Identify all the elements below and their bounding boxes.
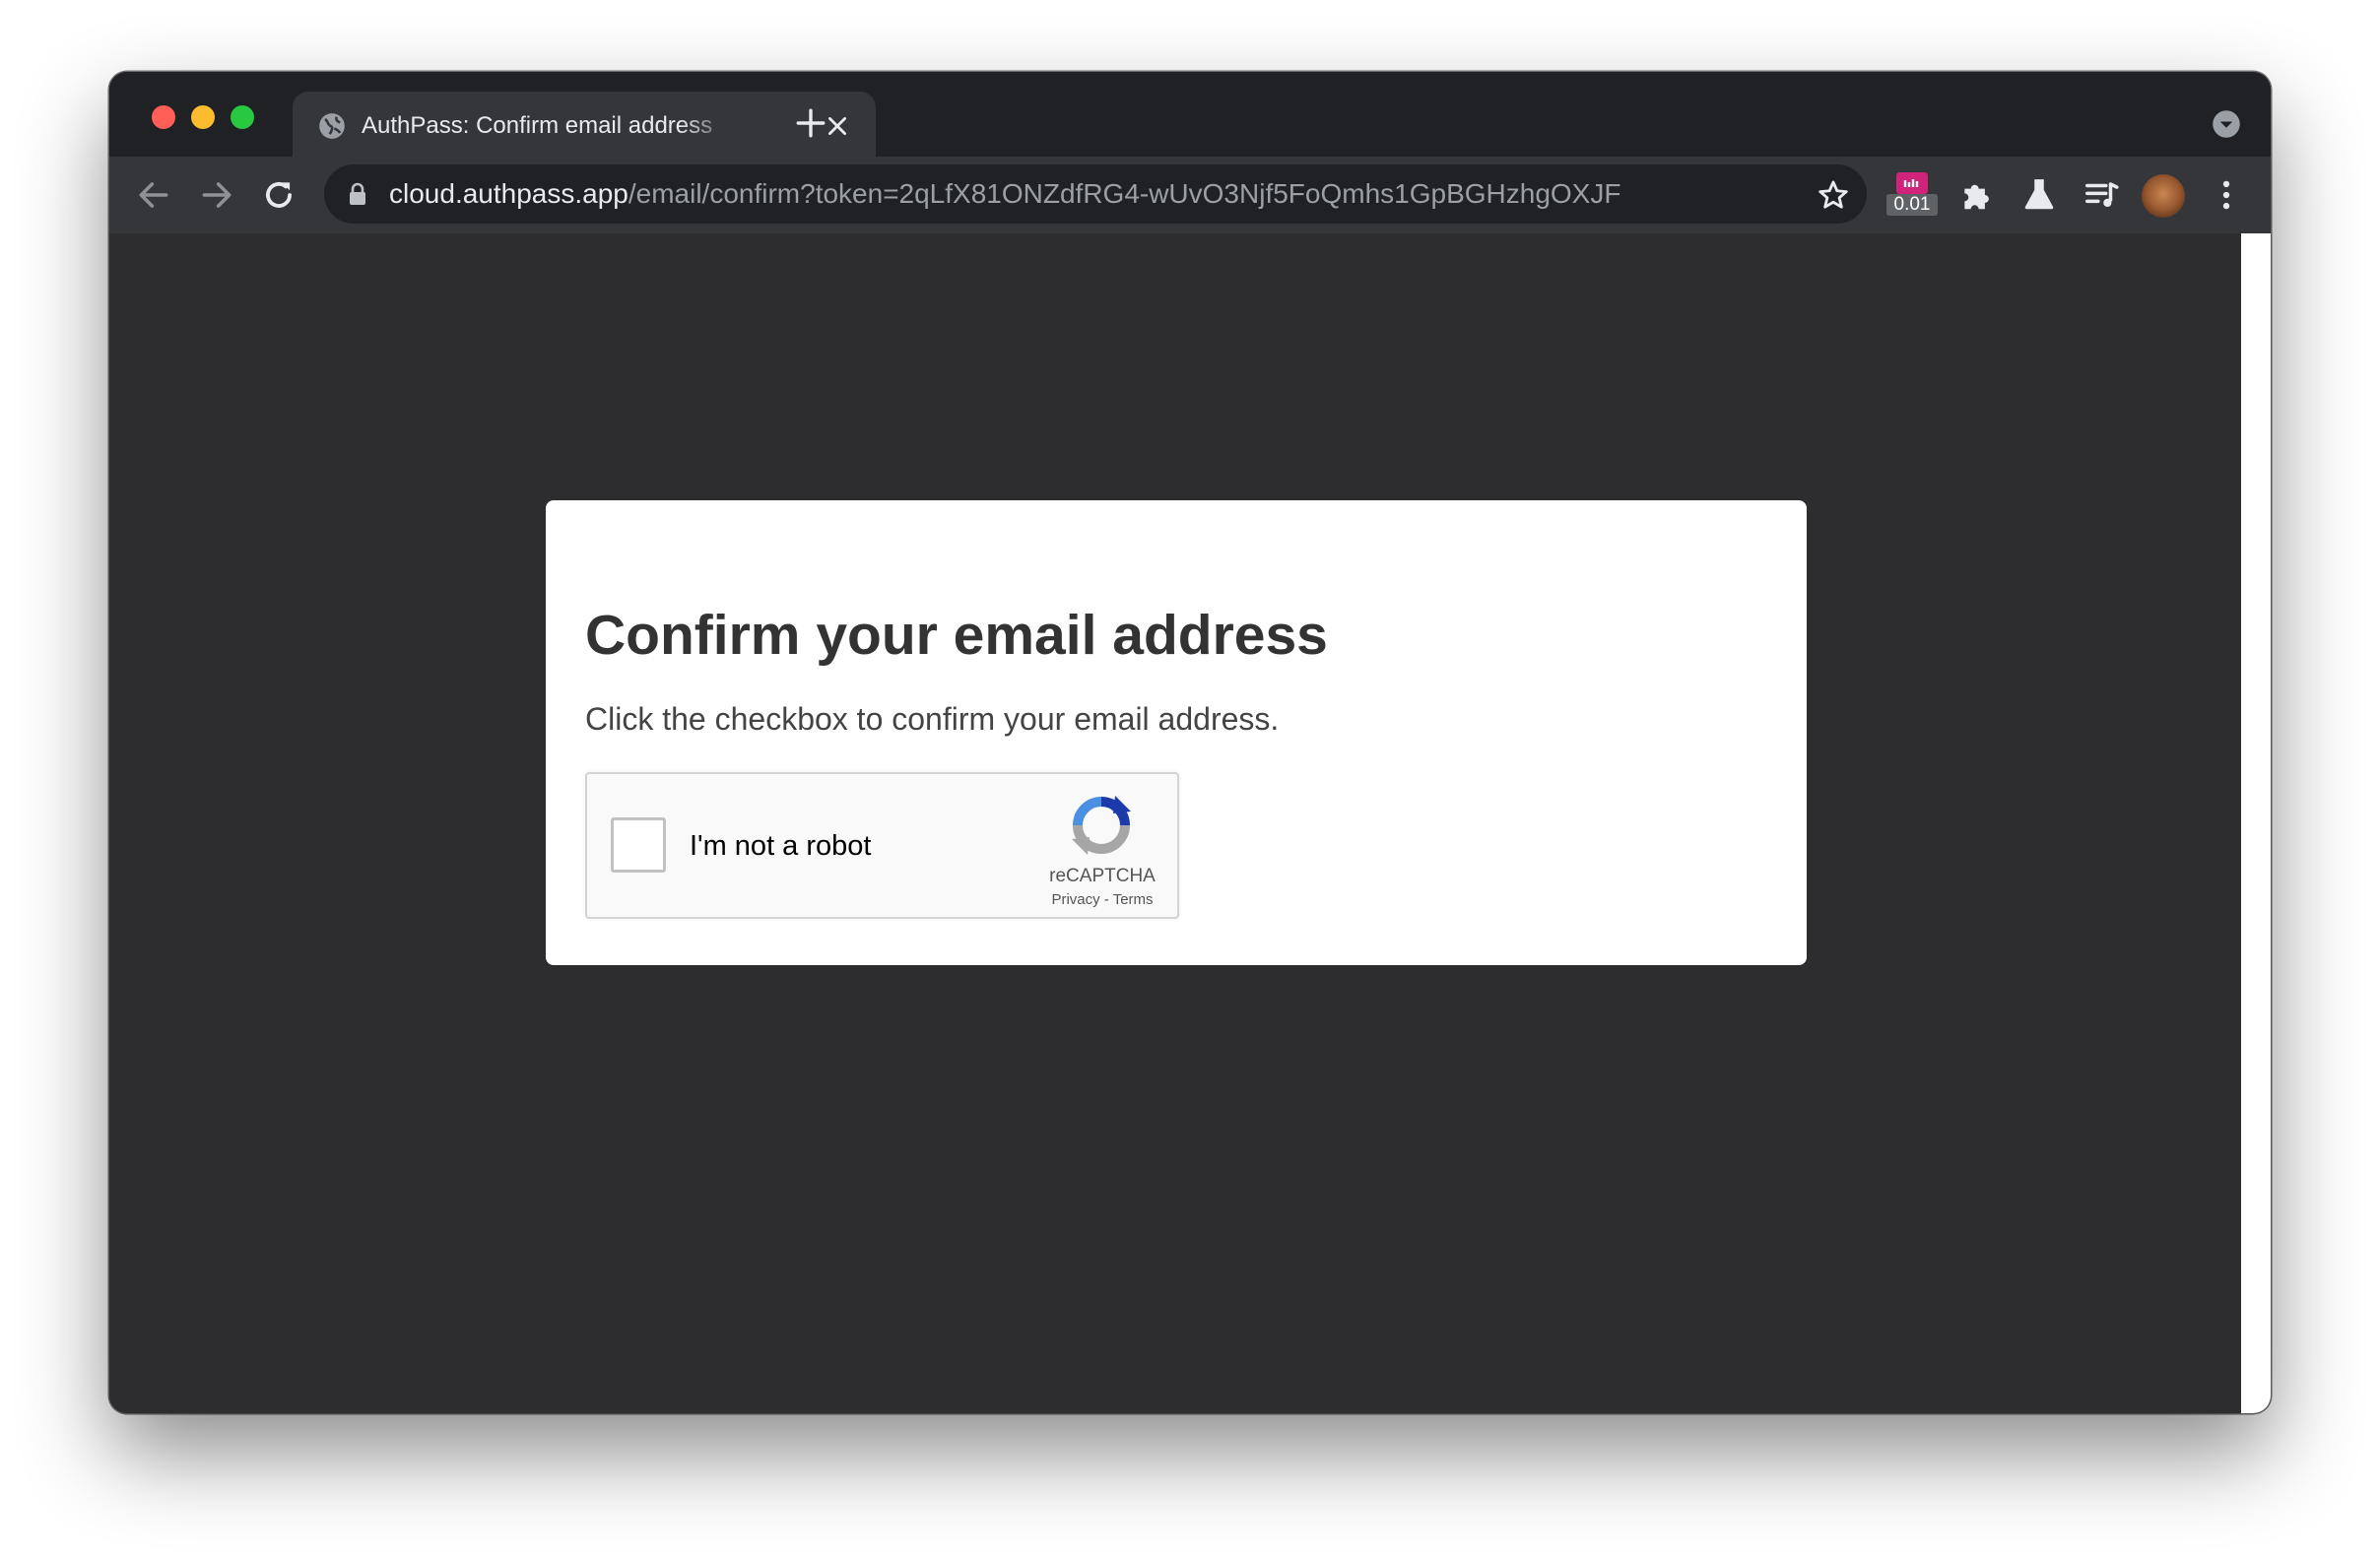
page-title: Confirm your email address <box>585 604 1328 667</box>
recaptcha-brand: reCAPTCHA <box>1049 866 1156 886</box>
close-tab-icon[interactable] <box>825 113 850 139</box>
window-close-button[interactable] <box>152 105 175 129</box>
instruction-text: Click the checkbox to confirm your email… <box>585 701 1280 737</box>
url-path: /email/confirm?token=2qLfX81ONZdfRG4-wUv… <box>628 178 1621 209</box>
browser-window: AuthPass: Confirm email address cloud.au… <box>109 72 2271 1413</box>
link-separator: - <box>1103 891 1109 908</box>
extension-badge-icon[interactable]: 0.01 <box>1886 172 1938 218</box>
star-icon[interactable] <box>1817 178 1850 212</box>
reload-icon[interactable] <box>260 176 298 214</box>
tab-search-icon[interactable] <box>2212 109 2241 139</box>
globe-icon <box>319 113 345 139</box>
profile-avatar[interactable] <box>2142 174 2185 218</box>
tab-active[interactable]: AuthPass: Confirm email address <box>293 92 876 157</box>
url-host: cloud.authpass.app <box>389 178 628 209</box>
tab-title: AuthPass: Confirm email address <box>362 112 713 139</box>
address-bar[interactable]: cloud.authpass.app/email/confirm?token=2… <box>324 164 1867 224</box>
extension-badge-graphic <box>1896 172 1928 194</box>
privacy-link[interactable]: Privacy <box>1051 891 1099 908</box>
extension-badge-count: 0.01 <box>1886 194 1938 216</box>
recaptcha-checkbox[interactable] <box>611 817 666 873</box>
window-minimize-button[interactable] <box>191 105 215 129</box>
confirm-email-card: Confirm your email address Click the che… <box>546 500 1807 965</box>
recaptcha-widget: I'm not a robot reCAPTCHA Privacy - Term… <box>585 772 1179 919</box>
forward-icon[interactable] <box>198 176 235 214</box>
terms-link[interactable]: Terms <box>1113 891 1154 908</box>
back-icon[interactable] <box>135 176 172 214</box>
browser-toolbar: cloud.authpass.app/email/confirm?token=2… <box>109 157 2271 233</box>
media-queue-icon[interactable] <box>2082 176 2120 214</box>
tab-strip: AuthPass: Confirm email address <box>109 72 2271 157</box>
window-maximize-button[interactable] <box>231 105 254 129</box>
scrollbar[interactable] <box>2241 233 2271 1413</box>
new-tab-icon[interactable] <box>794 106 827 140</box>
recaptcha-logo-icon <box>1072 796 1131 855</box>
url-text: cloud.authpass.app/email/confirm?token=2… <box>389 176 1620 212</box>
bars-icon <box>1903 179 1919 187</box>
puzzle-icon[interactable] <box>1958 176 1996 214</box>
lock-icon[interactable] <box>348 182 367 206</box>
recaptcha-links: Privacy - Terms <box>1021 890 1184 910</box>
recaptcha-label: I'm not a robot <box>690 830 872 862</box>
menu-icon[interactable] <box>2208 176 2245 214</box>
labs-flask-icon[interactable] <box>2020 176 2058 214</box>
